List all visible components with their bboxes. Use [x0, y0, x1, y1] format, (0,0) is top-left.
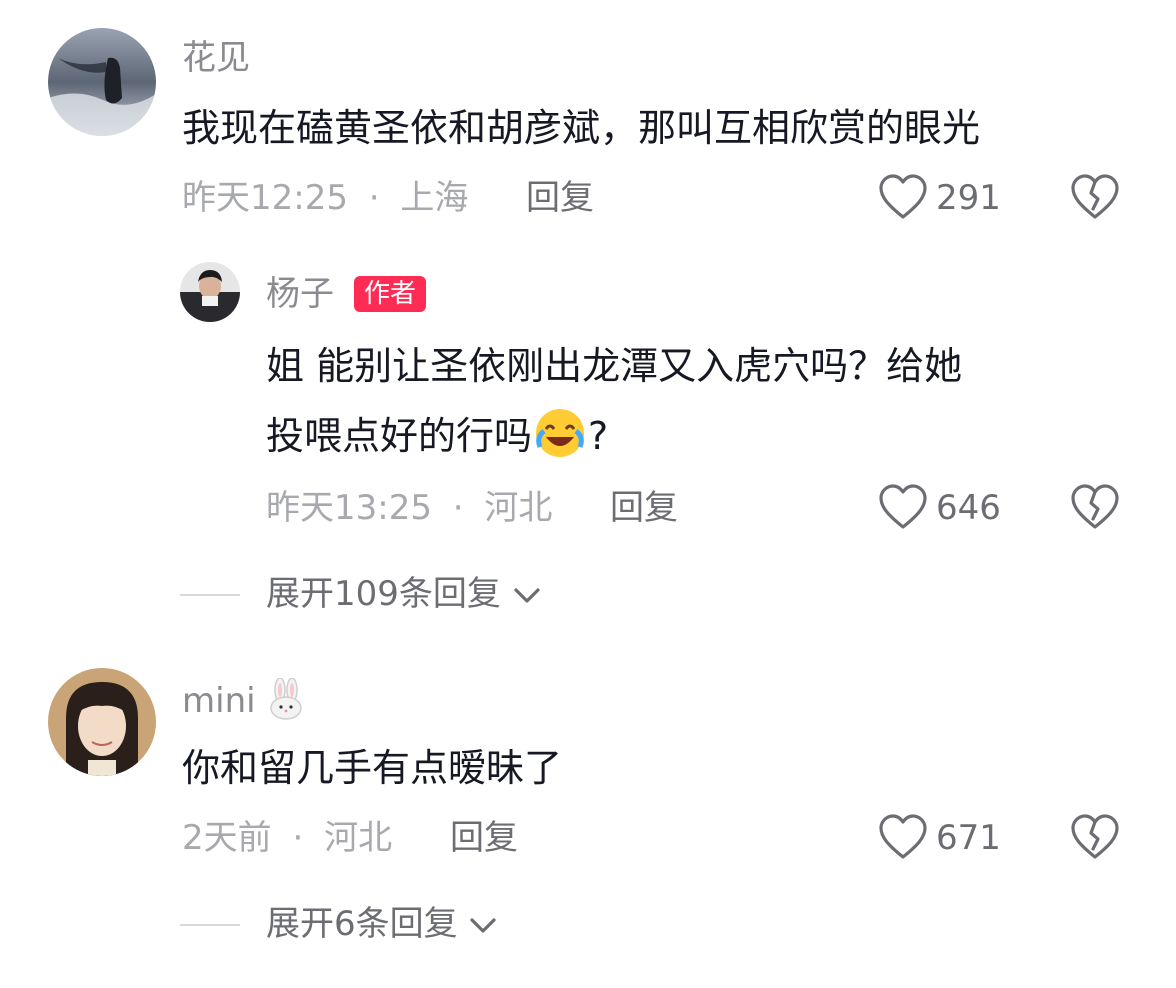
chevron-down-icon	[468, 916, 498, 936]
like-button[interactable]	[878, 173, 928, 221]
expand-replies-button[interactable]: 展开109条回复	[266, 574, 542, 614]
reply-avatar[interactable]	[180, 262, 240, 322]
silhouette-avatar-image	[48, 28, 156, 136]
reply-button[interactable]: 回复	[526, 178, 594, 218]
comment-username[interactable]: mini	[182, 678, 306, 721]
broken-heart-icon	[1071, 484, 1119, 529]
reply-username[interactable]: 杨子	[266, 274, 334, 314]
meta-separator: ·	[292, 818, 304, 858]
comment-time: 昨天12:25	[182, 178, 348, 218]
author-badge: 作者	[354, 276, 427, 312]
comment-location: 河北	[324, 818, 393, 858]
expand-divider	[180, 594, 240, 596]
expand-replies-label: 展开6条回复	[266, 904, 458, 944]
expand-replies-button[interactable]: 展开6条回复	[266, 904, 498, 944]
meta-separator: ·	[452, 488, 464, 528]
reply-text-line-2: 投喂点好的行吗?	[266, 400, 1146, 472]
reply-meta: 昨天13:25 · 河北	[266, 488, 552, 528]
comment-meta: 昨天12:25 · 上海	[182, 178, 468, 218]
meta-separator: ·	[368, 178, 380, 218]
username-text: mini	[182, 681, 256, 721]
expand-divider	[180, 924, 240, 926]
reply-button[interactable]: 回复	[610, 488, 678, 528]
rabbit-emoji-icon	[266, 678, 306, 720]
girl-portrait-avatar-image	[48, 668, 156, 776]
dislike-button[interactable]	[1070, 483, 1120, 531]
comment-text: 你和留几手有点暧昧了	[182, 746, 563, 790]
reply-text-after-emoji: ?	[588, 414, 609, 458]
comment-text: 我现在磕黄圣依和胡彦斌，那叫互相欣赏的眼光	[182, 106, 981, 150]
heart-icon	[879, 174, 927, 219]
reply-location: 河北	[484, 488, 553, 528]
dislike-button[interactable]	[1070, 813, 1120, 861]
heart-icon	[879, 484, 927, 529]
broken-heart-icon	[1071, 174, 1119, 219]
reply-time: 昨天13:25	[266, 488, 432, 528]
crying-laughing-emoji-icon	[534, 407, 586, 459]
man-portrait-avatar-image	[180, 262, 240, 322]
reply-text-line-1: 姐 能别让圣依刚出龙潭又入虎穴吗？给她	[266, 344, 963, 388]
broken-heart-icon	[1071, 814, 1119, 859]
like-count: 646	[936, 488, 1001, 528]
reply-text-before-emoji: 投喂点好的行吗	[266, 414, 533, 458]
dislike-button[interactable]	[1070, 173, 1120, 221]
heart-icon	[879, 814, 927, 859]
avatar[interactable]	[48, 28, 156, 136]
chevron-down-icon	[512, 586, 542, 606]
comment-meta: 2天前 · 河北	[182, 818, 392, 858]
avatar[interactable]	[48, 668, 156, 776]
like-button[interactable]	[878, 483, 928, 531]
like-count: 291	[936, 178, 1001, 218]
expand-replies-label: 展开109条回复	[266, 574, 501, 614]
comment-username[interactable]: 花见	[182, 38, 250, 78]
reply-button[interactable]: 回复	[450, 818, 518, 858]
like-count: 671	[936, 818, 1001, 858]
comment-time: 2天前	[182, 818, 272, 858]
like-button[interactable]	[878, 813, 928, 861]
comment-location: 上海	[400, 178, 469, 218]
